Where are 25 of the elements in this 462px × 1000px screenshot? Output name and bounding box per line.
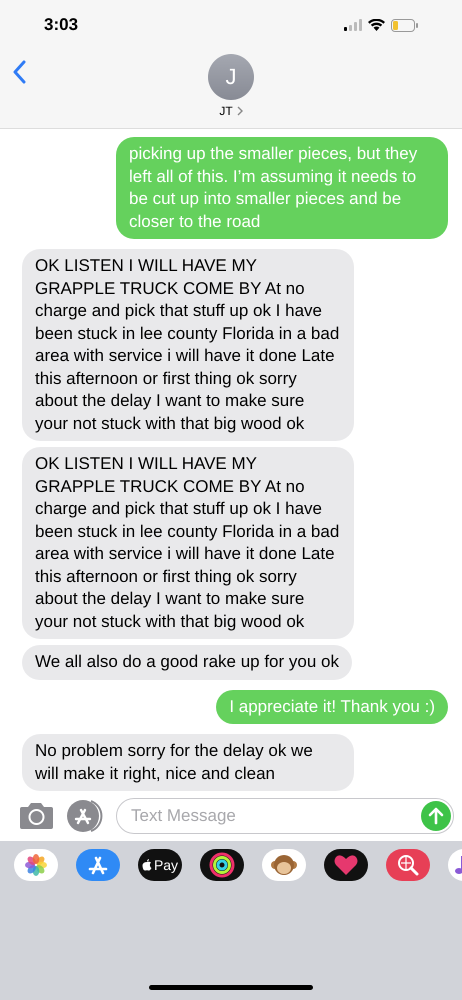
monkey-app-icon[interactable]	[262, 849, 306, 881]
app-store-app-icon[interactable]	[76, 849, 120, 881]
message-input[interactable]: Text Message	[116, 798, 454, 834]
activity-app-icon[interactable]	[200, 849, 244, 881]
status-time: 3:03	[44, 15, 78, 35]
heart-app-icon[interactable]	[324, 849, 368, 881]
message-bubble: OK LISTEN I WILL HAVE MY GRAPPLE TRUCK COME BY At no charge and pick that stuff up ok I have been stuck in lee county Florida in a bad area with service i will have it done Late this afternoon or first thing ok sorry about the delay I want to make sure your not stuck with that big wood ok	[22, 249, 354, 441]
message-bubble: No problem sorry for the delay ok we will make it right, nice and clean	[22, 734, 354, 791]
message-bubble: I appreciate it! Thank you :)	[216, 690, 448, 724]
apple-logo-icon	[142, 859, 152, 871]
send-icon[interactable]	[421, 801, 451, 831]
battery-icon	[391, 18, 418, 32]
back-icon[interactable]	[12, 60, 26, 84]
chevron-icon[interactable]	[236, 106, 243, 116]
camera-icon[interactable]	[18, 802, 54, 830]
signal-icon	[344, 19, 362, 31]
wifi-icon	[368, 19, 385, 31]
message-bubble: We all also do a good rake up for you ok	[22, 645, 352, 680]
app-store-icon[interactable]	[66, 799, 104, 833]
search-app-icon[interactable]	[386, 849, 430, 881]
contact-name[interactable]: JT	[219, 104, 233, 118]
message-bubble: OK LISTEN I WILL HAVE MY GRAPPLE TRUCK COME BY At no charge and pick that stuff up ok I have been stuck in lee county Florida in a bad area with service i will have it done Late this afternoon or first thing ok sorry about the delay I want to make sure your not stuck with that big wood ok	[22, 447, 354, 639]
apple-pay-app[interactable]: Pay	[138, 849, 182, 881]
message-bubble: picking up the smaller pieces, but they left all of this. I’m assuming it needs to be cut up into smaller pieces and be closer to the road	[116, 137, 448, 239]
photos-app-icon[interactable]	[14, 849, 58, 881]
